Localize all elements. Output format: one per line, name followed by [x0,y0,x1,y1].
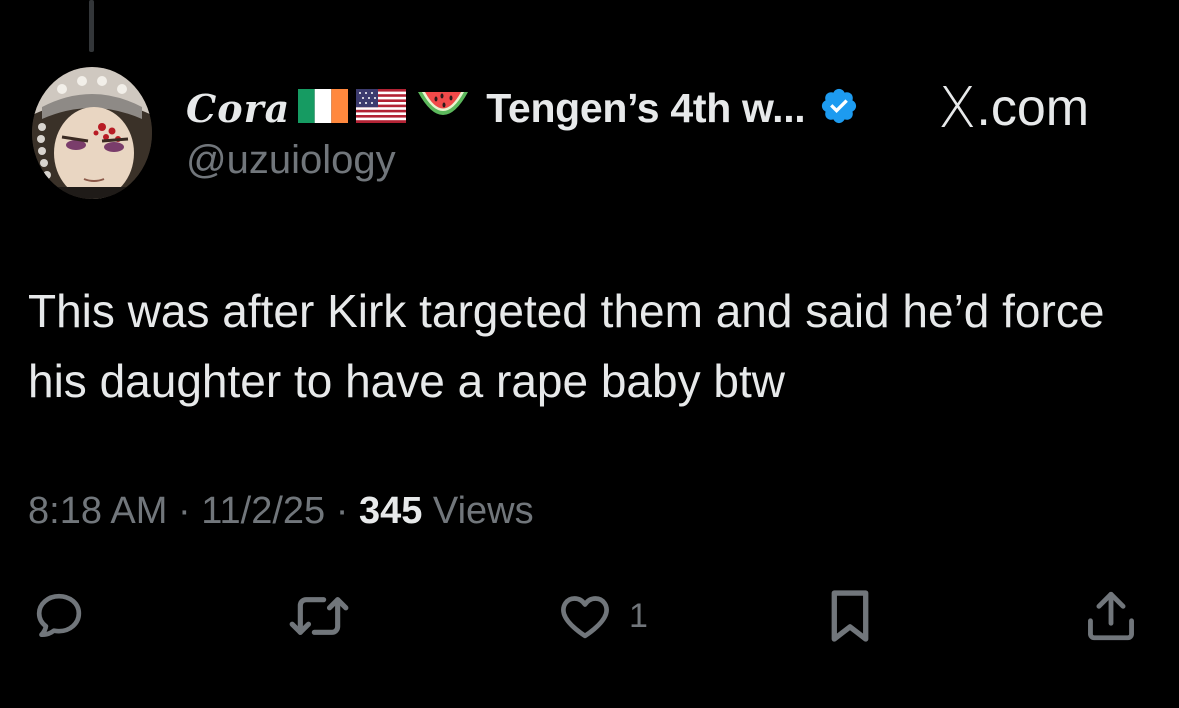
tweet-text: This was after Kirk targeted them and sa… [28,285,1105,407]
tweet-time[interactable]: 8:18 AM [28,490,167,532]
reply-button[interactable] [30,588,88,644]
like-icon [561,596,609,639]
like-count: 1 [629,596,648,635]
reply-icon [36,593,82,638]
tweet-date[interactable]: 11/2/25 [201,490,325,532]
like-button[interactable]: 1 [555,588,648,644]
author-display-name[interactable]: Cora [186,86,290,131]
views-count: 345 [358,490,423,532]
share-button[interactable] [1082,588,1140,644]
share-icon [1088,591,1134,641]
meta-separator: · [335,490,349,532]
verified-badge-icon[interactable] [819,86,859,131]
retweet-icon [289,597,349,635]
avatar-image [32,67,152,199]
views-label: Views [432,490,534,532]
tweet-meta: 8:18 AM · 11/2/25 · 345 Views [28,490,534,533]
thread-connector-line [89,0,94,52]
source-domain-text: .com [976,79,1090,137]
meta-separator: · [177,490,191,532]
watermelon-emoji-icon [414,86,472,131]
author-name-row[interactable]: Cora Tengen’s 4th w... [186,80,859,136]
retweet-button[interactable] [284,588,354,644]
ireland-flag-icon [298,88,349,128]
bookmark-icon [831,590,869,642]
author-handle[interactable]: @uzuiology [186,138,396,183]
bookmark-button[interactable] [824,588,876,644]
x-logo-text: X [938,75,977,141]
source-label: X .com [938,76,1090,141]
usa-flag-icon [356,88,407,128]
author-display-name-suffix[interactable]: Tengen’s 4th w... [486,85,805,132]
avatar[interactable] [32,67,152,199]
